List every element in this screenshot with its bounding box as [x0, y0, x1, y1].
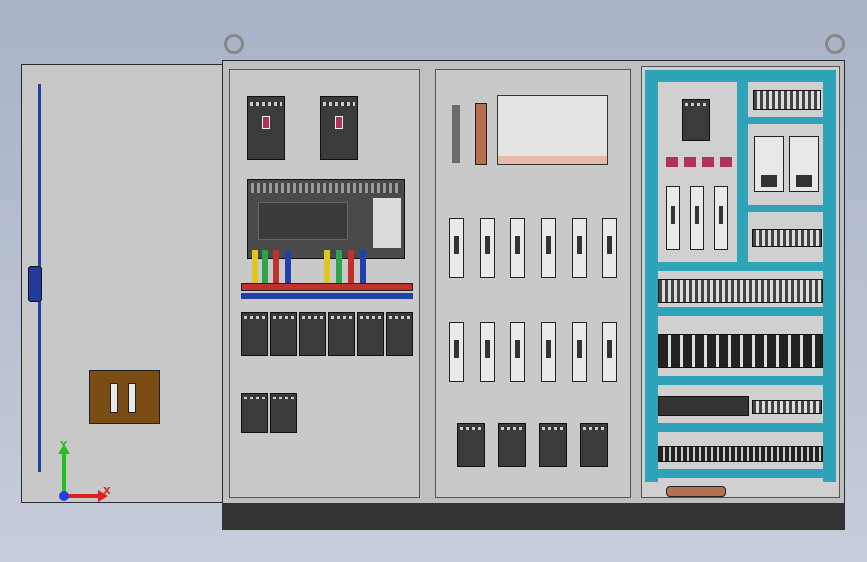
power-supply-1 [754, 136, 784, 192]
busbar [241, 283, 413, 291]
mcb-10[interactable] [541, 322, 556, 382]
power-supply-2 [789, 136, 819, 192]
wire-duct-right [823, 82, 836, 482]
contactor-2[interactable] [270, 312, 297, 356]
y-axis-label: Y [60, 440, 68, 451]
contactor-6[interactable] [386, 312, 413, 356]
mcb-4[interactable] [541, 218, 556, 278]
terminal-block-bottom [658, 446, 823, 462]
right-mcb-1[interactable] [666, 186, 680, 250]
wire-duct-bottom [645, 469, 836, 478]
wire-green-2 [336, 250, 342, 284]
x-axis-label: X [103, 486, 111, 497]
cabinet-base [222, 503, 845, 530]
main-breaker-2[interactable] [320, 96, 358, 160]
transformer-unit [497, 95, 608, 165]
terminal-block-row-1 [658, 279, 823, 303]
mcb-9[interactable] [510, 322, 525, 382]
busbar-blue [241, 293, 413, 299]
plc-unit [247, 179, 405, 259]
wire-duct-h3 [645, 376, 836, 385]
copper-bar-vertical [475, 103, 487, 165]
contactor-1[interactable] [241, 312, 268, 356]
relay-row [658, 334, 823, 368]
breaker-bottom-1[interactable] [457, 423, 485, 467]
terminal-block-row-3 [752, 400, 822, 414]
wire-duct-top [645, 70, 836, 82]
main-breaker-1[interactable] [247, 96, 285, 160]
right-mcb-3[interactable] [714, 186, 728, 250]
mcb-11[interactable] [572, 322, 587, 382]
indicator-lights [666, 157, 732, 167]
breaker-bottom-4[interactable] [580, 423, 608, 467]
wire-duct-h4 [645, 423, 836, 432]
wire-blue-2 [360, 250, 366, 284]
mcb-5[interactable] [572, 218, 587, 278]
lifting-eye-left [224, 34, 244, 54]
wire-yellow [252, 250, 258, 284]
wire-blue [285, 250, 291, 284]
wire-red-2 [348, 250, 354, 284]
door-handle[interactable] [28, 266, 42, 302]
mcb-6[interactable] [602, 218, 617, 278]
z-axis-dot [59, 491, 69, 501]
right-main-breaker[interactable] [682, 99, 710, 141]
wire-duct-left [645, 82, 658, 482]
mcb-3[interactable] [510, 218, 525, 278]
terminal-block-row-2 [658, 396, 749, 416]
breaker-bottom-3[interactable] [539, 423, 567, 467]
contactor-4[interactable] [328, 312, 355, 356]
door-nameplate [89, 370, 160, 424]
wire-red [273, 250, 279, 284]
mcb-8[interactable] [480, 322, 495, 382]
wire-yellow-2 [324, 250, 330, 284]
lifting-eye-right [825, 34, 845, 54]
terminal-strip-vertical [452, 105, 460, 163]
cabinet-door[interactable] [21, 64, 223, 503]
contactor-5[interactable] [357, 312, 384, 356]
mcb-12[interactable] [602, 322, 617, 382]
mcb-7[interactable] [449, 322, 464, 382]
relay-strip-top [753, 90, 821, 110]
contactor-7[interactable] [241, 393, 268, 433]
mcb-2[interactable] [480, 218, 495, 278]
right-mcb-2[interactable] [690, 186, 704, 250]
relay-strip-mid [752, 229, 822, 247]
wire-duct-h-top-right [748, 117, 823, 124]
mcb-1[interactable] [449, 218, 464, 278]
wire-duct-h2 [645, 307, 836, 316]
wire-duct-h1 [645, 262, 836, 271]
wire-green [262, 250, 268, 284]
wire-duct-h-mid-right [748, 205, 823, 212]
ground-bar [666, 486, 726, 497]
contactor-3[interactable] [299, 312, 326, 356]
breaker-bottom-2[interactable] [498, 423, 526, 467]
contactor-8[interactable] [270, 393, 297, 433]
wire-duct-mid-v [737, 82, 748, 262]
